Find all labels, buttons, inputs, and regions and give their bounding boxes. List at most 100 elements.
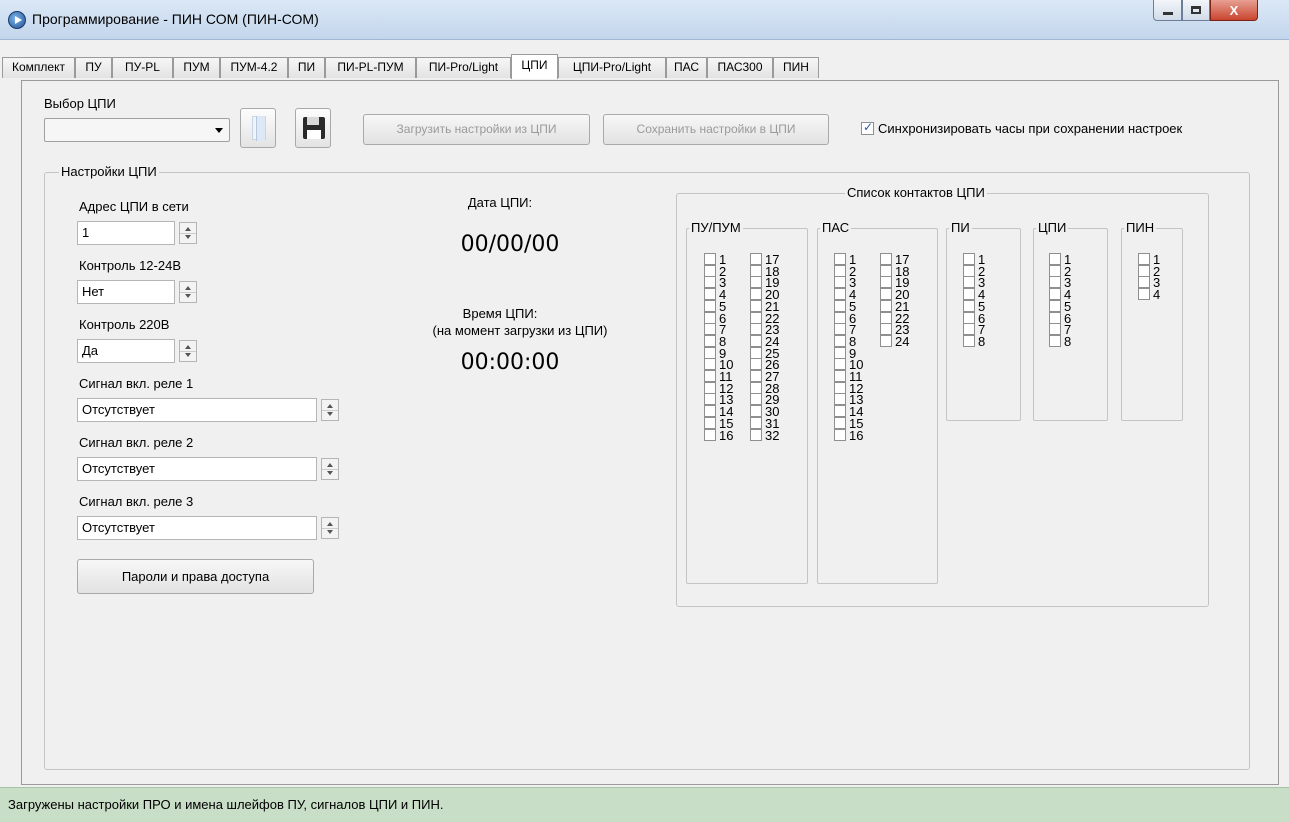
open-file-button[interactable] [240, 108, 276, 148]
save-settings-button[interactable]: Сохранить настройки в ЦПИ [603, 114, 829, 145]
checkbox-box[interactable] [963, 311, 975, 324]
checkbox-box[interactable] [1049, 288, 1061, 301]
checkbox-box[interactable] [963, 276, 975, 289]
checkbox-box[interactable] [963, 334, 975, 347]
checkbox-box[interactable] [750, 381, 762, 394]
checkbox-box[interactable] [750, 358, 762, 371]
checkbox-box[interactable] [1138, 264, 1150, 277]
checkbox-box[interactable] [1138, 276, 1150, 289]
checkbox-box[interactable] [880, 299, 892, 312]
control-220-spinner[interactable] [179, 340, 197, 362]
checkbox-box[interactable] [1138, 288, 1150, 301]
checkbox-box[interactable] [704, 428, 716, 441]
checkbox-box[interactable] [1049, 276, 1061, 289]
checkbox-box[interactable] [704, 253, 716, 265]
tab-pu[interactable]: ПУ [75, 57, 112, 78]
contact-checkbox-пу-пум-16[interactable]: 16 [704, 428, 733, 442]
checkbox-box[interactable] [750, 253, 762, 265]
sync-clock-checkbox[interactable] [861, 120, 874, 135]
checkbox-box[interactable] [834, 253, 846, 265]
checkbox-box[interactable] [963, 264, 975, 277]
checkbox-box[interactable] [750, 393, 762, 406]
checkbox-box[interactable] [834, 276, 846, 289]
checkbox-box[interactable] [704, 334, 716, 347]
checkbox-box[interactable] [1049, 299, 1061, 312]
checkbox-box[interactable] [834, 381, 846, 394]
contact-checkbox-пас-16[interactable]: 16 [834, 428, 863, 442]
checkbox-box[interactable] [963, 323, 975, 336]
checkbox-box[interactable] [1049, 323, 1061, 336]
tab-pas300[interactable]: ПАС300 [707, 57, 773, 78]
contact-checkbox-цпи-8[interactable]: 8 [1049, 334, 1071, 348]
tab-cpi[interactable]: ЦПИ [511, 54, 558, 79]
tab-pin[interactable]: ПИН [773, 57, 819, 78]
checkbox-box[interactable] [750, 276, 762, 289]
relay2-field[interactable]: Отсутствует [77, 457, 317, 481]
checkbox-box[interactable] [704, 323, 716, 336]
checkbox-box[interactable] [963, 253, 975, 265]
checkbox-box[interactable] [834, 346, 846, 359]
checkbox-box[interactable] [834, 334, 846, 347]
checkbox-box[interactable] [834, 405, 846, 418]
tab-pi-pro-light[interactable]: ПИ-Pro/Light [416, 57, 511, 78]
contact-checkbox-пас-24[interactable]: 24 [880, 334, 909, 348]
checkbox-box[interactable] [750, 288, 762, 301]
checkbox-box[interactable] [704, 311, 716, 324]
cpi-select[interactable] [44, 118, 230, 142]
checkbox-box[interactable] [750, 428, 762, 441]
relay1-spinner[interactable] [321, 399, 339, 421]
checkbox-box[interactable] [834, 416, 846, 429]
sync-clock-option[interactable]: Синхронизировать часы при сохранении нас… [861, 120, 1182, 136]
minimize-button[interactable] [1153, 0, 1182, 21]
checkbox-box[interactable] [880, 334, 892, 347]
checkbox-box[interactable] [1138, 253, 1150, 265]
checkbox-box[interactable] [834, 288, 846, 301]
checkbox-box[interactable] [704, 276, 716, 289]
checkbox-box[interactable] [880, 276, 892, 289]
tab-pi-pl-pum[interactable]: ПИ-PL-ПУМ [325, 57, 416, 78]
checkbox-box[interactable] [834, 428, 846, 441]
contact-checkbox-пин-4[interactable]: 4 [1138, 288, 1160, 301]
address-spinner[interactable] [179, 222, 197, 244]
checkbox-box[interactable] [880, 264, 892, 277]
checkbox-box[interactable] [750, 405, 762, 418]
checkbox-box[interactable] [704, 346, 716, 359]
checkbox-box[interactable] [880, 288, 892, 301]
relay3-spinner[interactable] [321, 517, 339, 539]
tab-pum-42[interactable]: ПУМ-4.2 [220, 57, 288, 78]
relay1-field[interactable]: Отсутствует [77, 398, 317, 422]
address-field[interactable]: 1 [77, 221, 175, 245]
checkbox-box[interactable] [1049, 264, 1061, 277]
checkbox-box[interactable] [963, 299, 975, 312]
checkbox-box[interactable] [704, 264, 716, 277]
checkbox-box[interactable] [750, 323, 762, 336]
contact-checkbox-пи-8[interactable]: 8 [963, 334, 985, 348]
control-1224-field[interactable]: Нет [77, 280, 175, 304]
checkbox-box[interactable] [750, 346, 762, 359]
checkbox-box[interactable] [1049, 253, 1061, 265]
checkbox-box[interactable] [704, 288, 716, 301]
checkbox-box[interactable] [704, 416, 716, 429]
relay2-spinner[interactable] [321, 458, 339, 480]
checkbox-box[interactable] [704, 381, 716, 394]
checkbox-box[interactable] [880, 311, 892, 324]
checkbox-box[interactable] [1049, 334, 1061, 347]
close-button[interactable]: X [1210, 0, 1258, 21]
checkbox-box[interactable] [834, 358, 846, 371]
checkbox-box[interactable] [750, 334, 762, 347]
checkbox-box[interactable] [834, 370, 846, 382]
checkbox-box[interactable] [750, 264, 762, 277]
contact-checkbox-пу-пум-32[interactable]: 32 [750, 428, 779, 442]
relay3-field[interactable]: Отсутствует [77, 516, 317, 540]
checkbox-box[interactable] [834, 323, 846, 336]
tab-pi[interactable]: ПИ [288, 57, 325, 78]
checkbox-box[interactable] [750, 416, 762, 429]
maximize-button[interactable] [1182, 0, 1210, 21]
checkbox-box[interactable] [963, 288, 975, 301]
control-220-field[interactable]: Да [77, 339, 175, 363]
checkbox-box[interactable] [704, 405, 716, 418]
checkbox-box[interactable] [880, 323, 892, 336]
tab-pum[interactable]: ПУМ [173, 57, 220, 78]
control-1224-spinner[interactable] [179, 281, 197, 303]
checkbox-box[interactable] [834, 264, 846, 277]
